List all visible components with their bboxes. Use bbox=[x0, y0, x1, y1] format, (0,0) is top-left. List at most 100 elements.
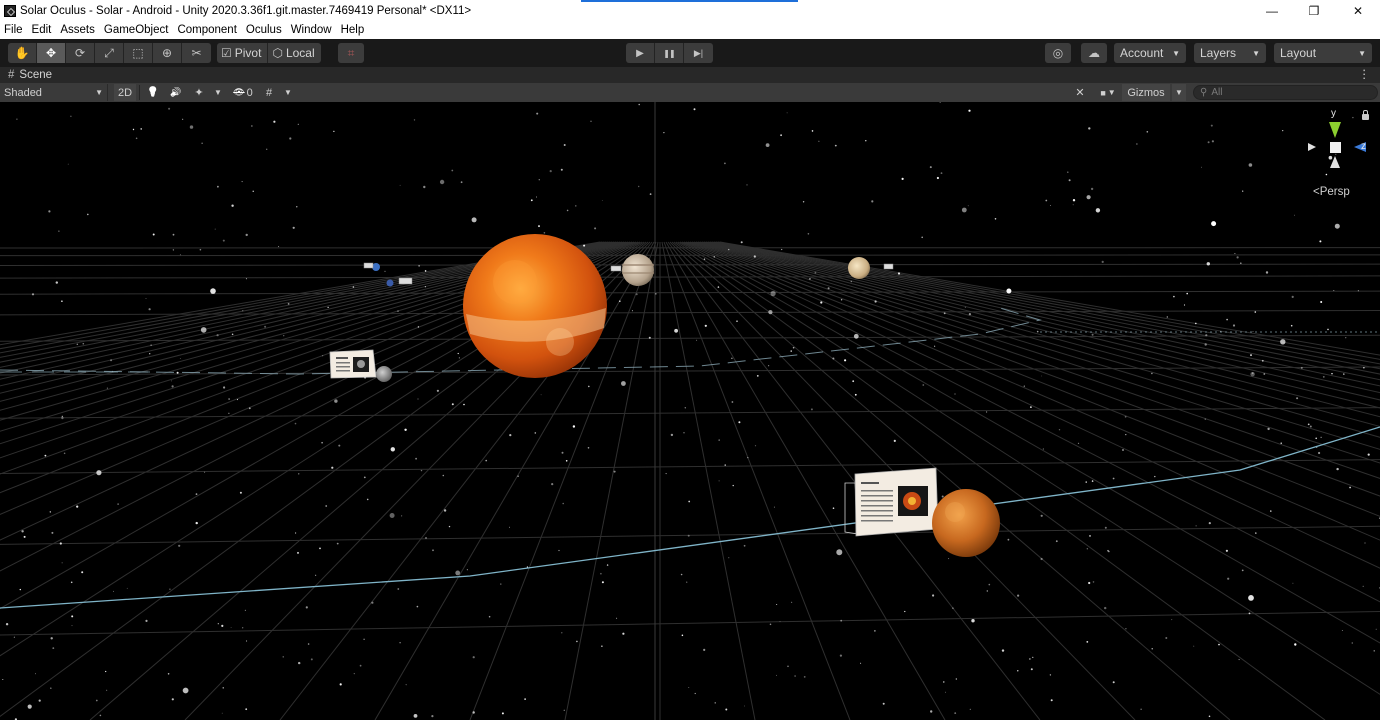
local-button[interactable]: ⬡ Local bbox=[268, 43, 321, 63]
minimize-button[interactable]: — bbox=[1250, 0, 1294, 21]
gizmo-y-label: y bbox=[1331, 108, 1336, 119]
separator bbox=[139, 85, 140, 100]
layers-dropdown[interactable]: Layers ▼ bbox=[1194, 43, 1266, 63]
scene-search-field[interactable]: ⚲ bbox=[1193, 85, 1378, 100]
star-field bbox=[2, 102, 1380, 720]
audio-icon: 🔊 bbox=[170, 87, 182, 97]
rect-icon: ⬚ bbox=[132, 46, 144, 60]
gizmo-z-label: z bbox=[1361, 141, 1366, 152]
chevron-down-icon: ▼ bbox=[1107, 88, 1116, 97]
hand-tool-button[interactable]: ✋ bbox=[8, 43, 37, 63]
tab-menu-icon[interactable]: ⋮ bbox=[1359, 67, 1371, 81]
move-tool-button[interactable]: ✥ bbox=[37, 43, 66, 63]
menu-oculus[interactable]: Oculus bbox=[246, 24, 287, 36]
shading-mode-label: Shaded bbox=[4, 86, 42, 99]
layers-label: Layers bbox=[1200, 46, 1237, 60]
shading-mode-dropdown[interactable]: Shaded ▼ bbox=[0, 84, 108, 101]
menu-file[interactable]: File bbox=[4, 24, 28, 36]
chevron-down-icon: ▼ bbox=[214, 88, 222, 97]
effects-dropdown[interactable]: ▼ bbox=[210, 84, 226, 101]
venus-object bbox=[932, 489, 1000, 557]
main-toolbar: ✋ ✥ ⟳ ⤢ ⬚ ⊕ ✂ ☑ Pivot ⬡ Local ⌗ ▶ ❚❚ ▶| ◎ … bbox=[0, 39, 1380, 67]
hidden-eye-icon: 👁 bbox=[233, 87, 245, 97]
projection-toggle[interactable]: <Persp bbox=[1313, 186, 1350, 198]
chevron-down-icon: ▼ bbox=[1172, 48, 1180, 58]
effects-icon: ✦ bbox=[194, 87, 204, 99]
pause-icon: ❚❚ bbox=[663, 48, 675, 58]
step-button[interactable]: ▶| bbox=[684, 43, 713, 63]
step-icon: ▶| bbox=[693, 47, 704, 58]
play-button[interactable]: ▶ bbox=[626, 43, 655, 63]
orbit-lines bbox=[0, 307, 1380, 609]
transform-tool-button[interactable]: ⊕ bbox=[153, 43, 182, 63]
scene-toolbar: Shaded ▼ 2D 💡 🔊 ✦ ▼ 👁 0 # ▼ ✕ ■ ▼ Gizmos… bbox=[0, 83, 1380, 102]
scene-tab-bar: # Scene ⋮ bbox=[0, 67, 1380, 83]
menu-edit[interactable]: Edit bbox=[32, 24, 57, 36]
collab-button[interactable]: ◎ bbox=[1045, 43, 1071, 63]
gizmos-dropdown[interactable]: ▼ bbox=[1172, 84, 1186, 101]
gizmos-toggle[interactable]: Gizmos bbox=[1122, 84, 1170, 101]
scene-tools-button[interactable]: ✕ bbox=[1070, 84, 1090, 101]
chevron-down-icon: ▼ bbox=[1252, 48, 1260, 58]
cloud-button[interactable]: ☁ bbox=[1081, 43, 1107, 63]
scene-render: y z bbox=[0, 102, 1380, 720]
hidden-count: 0 bbox=[246, 86, 253, 99]
rotate-icon: ⟳ bbox=[74, 46, 86, 60]
unity-editor-window: Solar Oculus - Solar - Android - Unity 2… bbox=[0, 0, 1380, 720]
lighting-toggle[interactable]: 💡 bbox=[143, 84, 163, 101]
light-bulb-icon: 💡 bbox=[146, 87, 160, 98]
hand-icon: ✋ bbox=[14, 46, 30, 60]
move-icon: ✥ bbox=[45, 46, 57, 60]
snap-button[interactable]: ⌗ bbox=[338, 43, 364, 63]
pause-button[interactable]: ❚❚ bbox=[655, 43, 684, 63]
rotate-tool-button[interactable]: ⟳ bbox=[66, 43, 95, 63]
custom-tool-button[interactable]: ✂ bbox=[182, 43, 211, 63]
scene-viewport[interactable]: y z <Persp bbox=[0, 102, 1380, 720]
grid-icon: # bbox=[265, 86, 273, 99]
mercury-object bbox=[376, 366, 392, 382]
scale-icon: ⤢ bbox=[104, 45, 114, 60]
mercury-info-card bbox=[329, 349, 377, 379]
pivot-button[interactable]: ☑ Pivot bbox=[217, 43, 269, 63]
cloud-icon: ☁ bbox=[1088, 46, 1100, 60]
rect-tool-button[interactable]: ⬚ bbox=[124, 43, 153, 63]
collab-icon: ◎ bbox=[1052, 46, 1064, 60]
tools-icon: ✕ bbox=[1075, 87, 1085, 99]
menu-gameobject[interactable]: GameObject bbox=[104, 24, 174, 36]
close-button[interactable]: ✕ bbox=[1336, 0, 1380, 21]
scene-tab-icon: # bbox=[8, 69, 15, 81]
layout-dropdown[interactable]: Layout ▼ bbox=[1274, 43, 1372, 63]
earth-object bbox=[363, 262, 380, 271]
search-icon: ⚲ bbox=[1200, 87, 1208, 98]
title-accent-line bbox=[581, 0, 798, 2]
chevron-down-icon: ▼ bbox=[1175, 88, 1183, 97]
effects-toggle[interactable]: ✦ bbox=[189, 84, 209, 101]
camera-settings-dropdown[interactable]: ■ ▼ bbox=[1094, 84, 1122, 101]
maximize-button[interactable]: ❐ bbox=[1292, 0, 1336, 21]
camera-icon: ■ bbox=[1100, 87, 1106, 98]
grid-toggle[interactable]: # bbox=[260, 84, 278, 101]
window-title: Solar Oculus - Solar - Android - Unity 2… bbox=[20, 4, 472, 17]
playmode-controls: ▶ ❚❚ ▶| bbox=[626, 43, 713, 63]
menu-component[interactable]: Component bbox=[177, 24, 241, 36]
menu-help[interactable]: Help bbox=[341, 24, 370, 36]
2d-toggle[interactable]: 2D bbox=[114, 84, 136, 101]
account-label: Account bbox=[1120, 46, 1164, 60]
account-dropdown[interactable]: Account ▼ bbox=[1114, 43, 1186, 63]
scene-grid bbox=[0, 102, 1380, 720]
title-bar: Solar Oculus - Solar - Android - Unity 2… bbox=[0, 0, 1380, 21]
tab-scene[interactable]: Scene bbox=[19, 69, 52, 81]
menu-window[interactable]: Window bbox=[291, 24, 337, 36]
grid-dropdown[interactable]: ▼ bbox=[280, 84, 296, 101]
layout-label: Layout bbox=[1280, 46, 1317, 60]
chevron-down-icon: ▼ bbox=[1358, 48, 1366, 58]
menu-assets[interactable]: Assets bbox=[60, 24, 100, 36]
orientation-gizmo[interactable]: y z bbox=[1308, 108, 1366, 168]
scale-tool-button[interactable]: ⤢ bbox=[95, 43, 124, 63]
sun-object bbox=[463, 234, 607, 378]
lock-icon[interactable] bbox=[1362, 110, 1369, 120]
hidden-objects-toggle[interactable]: 👁 0 bbox=[229, 84, 257, 101]
transform-icon: ⊕ bbox=[161, 46, 173, 60]
scene-search-input[interactable] bbox=[1211, 87, 1362, 98]
audio-toggle[interactable]: 🔊 bbox=[166, 84, 186, 101]
